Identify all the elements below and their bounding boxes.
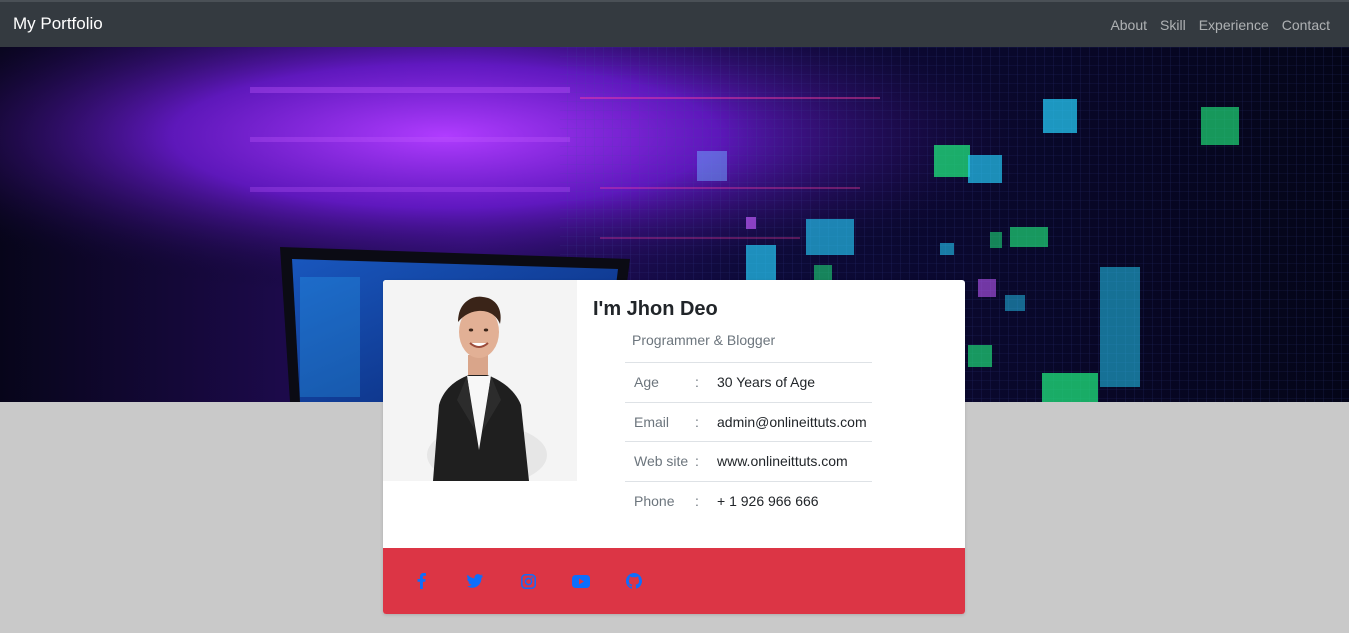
person-photo-icon xyxy=(383,280,577,481)
detail-label: Email xyxy=(625,401,695,442)
detail-label: Phone xyxy=(625,480,695,521)
youtube-link[interactable] xyxy=(571,571,591,591)
detail-value: + 1 926 966 666 xyxy=(717,480,872,521)
nav-link-skill[interactable]: Skill xyxy=(1160,17,1186,33)
brand-link[interactable]: My Portfolio xyxy=(13,15,103,32)
table-row: Email : admin@onlineittuts.com xyxy=(625,401,872,442)
profile-role: Programmer & Blogger xyxy=(632,332,776,348)
table-row: Web site : www.onlineittuts.com xyxy=(625,441,872,481)
nav-links: About Skill Experience Contact xyxy=(1110,17,1330,33)
social-links-bar xyxy=(383,548,965,614)
detail-separator: : xyxy=(695,441,717,481)
detail-separator: : xyxy=(695,480,717,521)
instagram-link[interactable] xyxy=(518,571,538,591)
twitter-link[interactable] xyxy=(465,571,485,591)
nav-link-about[interactable]: About xyxy=(1110,17,1147,33)
facebook-link[interactable] xyxy=(412,571,432,591)
detail-separator: : xyxy=(695,362,717,402)
navbar: My Portfolio About Skill Experience Cont… xyxy=(0,0,1349,47)
github-link[interactable] xyxy=(624,571,644,591)
detail-separator: : xyxy=(695,401,717,442)
github-icon xyxy=(626,573,642,589)
youtube-icon xyxy=(572,574,590,588)
detail-label: Web site xyxy=(625,441,695,481)
detail-label: Age xyxy=(625,362,695,402)
nav-link-experience[interactable]: Experience xyxy=(1199,17,1269,33)
table-row: Phone : + 1 926 966 666 xyxy=(625,480,872,521)
profile-name: I'm Jhon Deo xyxy=(593,298,718,320)
profile-details-table: Age : 30 Years of Age Email : admin@onli… xyxy=(625,362,872,521)
detail-value: 30 Years of Age xyxy=(717,362,872,402)
table-row: Age : 30 Years of Age xyxy=(625,362,872,402)
detail-value: www.onlineittuts.com xyxy=(717,441,872,481)
nav-link-contact[interactable]: Contact xyxy=(1282,17,1330,33)
detail-value: admin@onlineittuts.com xyxy=(717,401,872,442)
profile-photo xyxy=(383,280,577,481)
facebook-icon xyxy=(417,573,426,589)
twitter-icon xyxy=(467,574,483,588)
profile-card: I'm Jhon Deo Programmer & Blogger Age : … xyxy=(383,280,965,614)
instagram-icon xyxy=(520,573,536,589)
